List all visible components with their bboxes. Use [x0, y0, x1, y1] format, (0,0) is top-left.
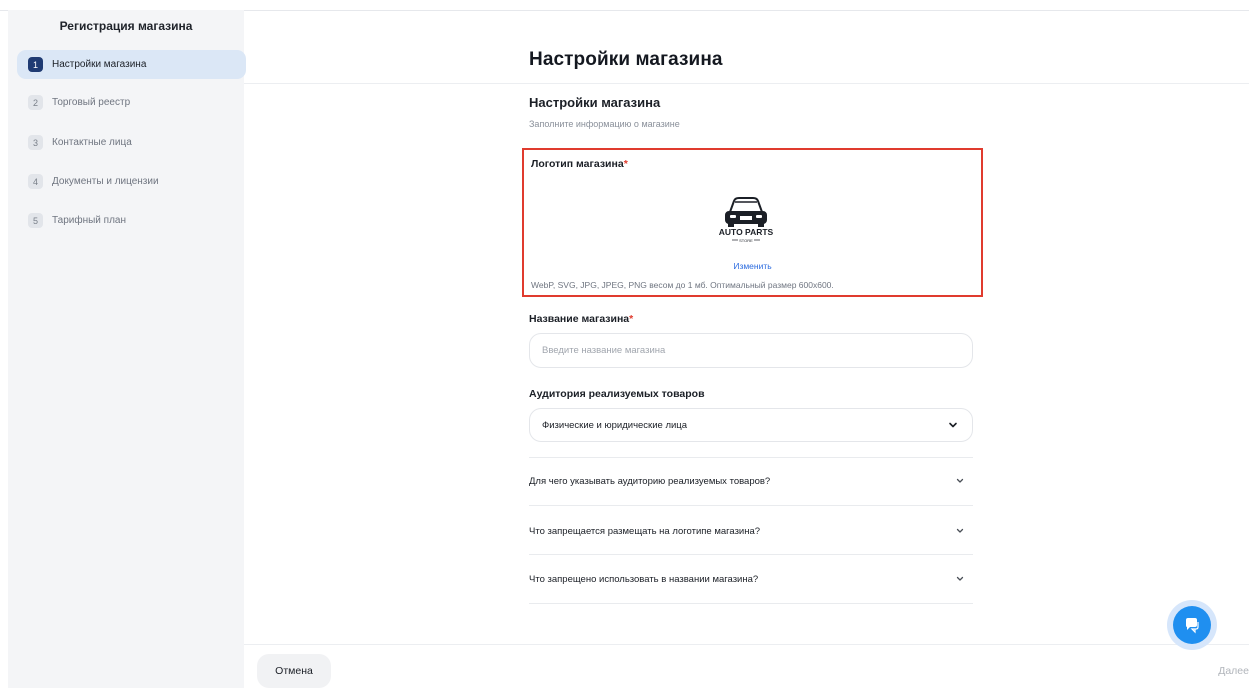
page-title: Настройки магазина: [529, 49, 723, 70]
chevron-down-icon: [956, 478, 964, 483]
step-label: Торговый реестр: [52, 97, 131, 108]
grille: [740, 216, 752, 220]
chevron-down-icon: [956, 528, 964, 533]
audience-select[interactable]: Физические и юридические лица: [529, 408, 973, 442]
step-number: 4: [28, 174, 43, 189]
step-number: 5: [28, 213, 43, 228]
faq-divider: [529, 457, 973, 458]
main-content: Настройки магазина Настройки магазина За…: [244, 10, 1249, 688]
faq-item-audience[interactable]: Для чего указывать аудиторию реализуемых…: [529, 461, 973, 501]
faq-question: Для чего указывать аудиторию реализуемых…: [529, 475, 771, 487]
faq-divider: [529, 554, 973, 555]
faq-question: Что запрещается размещать на логотипе ма…: [529, 525, 761, 537]
faq-divider: [529, 505, 973, 506]
headlight-left: [730, 215, 736, 218]
title-divider: [244, 83, 1249, 84]
step-label: Тарифный план: [52, 215, 127, 226]
app-window: Регистрация магазина 1 Настройки магазин…: [0, 0, 1249, 688]
chat-button-inner: [1173, 606, 1211, 644]
step-label: Настройки магазина: [52, 59, 147, 70]
logo-brand-text: AUTO PARTS: [719, 227, 774, 237]
required-mark: *: [623, 158, 628, 170]
chevron-down-icon: [956, 576, 964, 581]
logo-brand-subtext: STORE: [739, 238, 753, 243]
sidebar-step-contacts[interactable]: 3 Контактные лица: [17, 128, 246, 157]
required-mark: *: [629, 313, 634, 325]
footer-divider: [244, 644, 1249, 645]
section-subtitle: Заполните информацию о магазине: [529, 119, 680, 129]
faq-item-name-rules[interactable]: Что запрещено использовать в названии ма…: [529, 559, 973, 599]
logo-format-hint: WebP, SVG, JPG, JPEG, PNG весом до 1 мб.…: [531, 280, 834, 290]
headlight-right: [756, 215, 762, 218]
change-logo-link[interactable]: Изменить: [524, 261, 981, 271]
step-number: 1: [28, 57, 43, 72]
store-name-label: Название магазина*: [529, 313, 633, 325]
next-button[interactable]: Далее: [1179, 654, 1249, 688]
logo-label: Логотип магазина*: [531, 158, 628, 170]
audience-label: Аудитория реализуемых товаров: [529, 388, 705, 400]
store-name-input[interactable]: [529, 333, 973, 368]
chat-button[interactable]: [1167, 600, 1217, 650]
sidebar-step-store-settings[interactable]: 1 Настройки магазина: [17, 50, 246, 79]
logo-label-text: Логотип магазина: [531, 158, 624, 170]
sidebar-step-trade-register[interactable]: 2 Торговый реестр: [17, 88, 246, 117]
faq-item-logo-rules[interactable]: Что запрещается размещать на логотипе ма…: [529, 511, 973, 551]
section-title: Настройки магазина: [529, 95, 661, 110]
step-label: Документы и лицензии: [52, 176, 159, 187]
audience-selected-value: Физические и юридические лица: [542, 419, 688, 431]
store-logo-image[interactable]: AUTO PARTS STORE: [711, 188, 781, 244]
sidebar: Регистрация магазина 1 Настройки магазин…: [8, 10, 246, 688]
sidebar-title: Регистрация магазина: [59, 19, 193, 33]
step-number: 3: [28, 135, 43, 150]
faq-divider: [529, 603, 973, 604]
logo-upload-box: Логотип магазина* AUTO PARTS STORE Измен…: [522, 148, 983, 297]
faq-question: Что запрещено использовать в названии ма…: [529, 573, 759, 585]
chevron-down-icon: [949, 422, 957, 428]
step-label: Контактные лица: [52, 137, 132, 148]
sidebar-step-documents[interactable]: 4 Документы и лицензии: [17, 167, 246, 196]
chat-icon: [1186, 618, 1199, 634]
step-number: 2: [28, 95, 43, 110]
cancel-button[interactable]: Отмена: [257, 654, 331, 688]
sidebar-step-tariff[interactable]: 5 Тарифный план: [17, 206, 246, 235]
store-name-label-text: Название магазина: [529, 313, 630, 325]
